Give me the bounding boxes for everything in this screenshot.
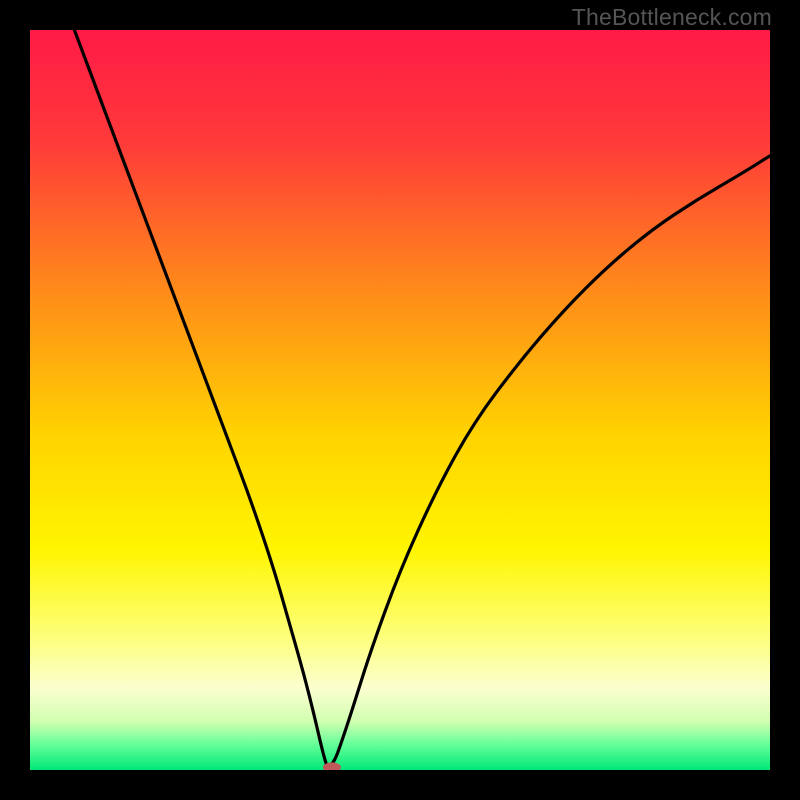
chart-frame: TheBottleneck.com bbox=[0, 0, 800, 800]
plot-area bbox=[30, 30, 770, 770]
watermark-text: TheBottleneck.com bbox=[572, 4, 772, 31]
chart-svg bbox=[30, 30, 770, 770]
gradient-background bbox=[30, 30, 770, 770]
